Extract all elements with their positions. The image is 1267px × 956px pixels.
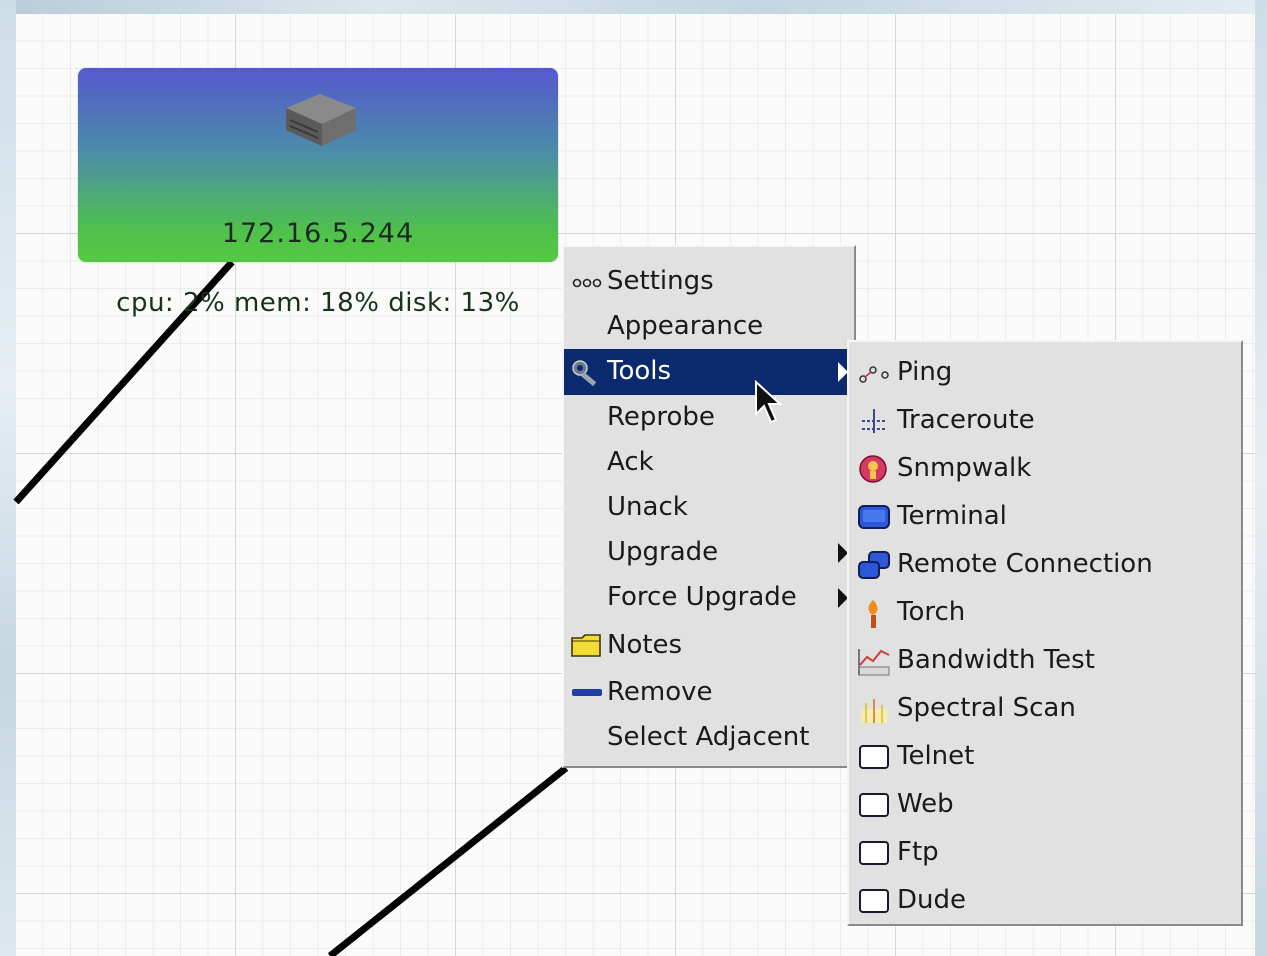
menu-item-label: Ack bbox=[607, 447, 654, 477]
submenu-item-telnet[interactable]: Telnet bbox=[849, 734, 1241, 782]
window-icon bbox=[859, 745, 889, 769]
submenu-item-label: Web bbox=[897, 789, 954, 819]
menu-item-force-upgrade[interactable]: Force Upgrade bbox=[564, 575, 854, 621]
menu-item-label: Tools bbox=[607, 356, 672, 386]
submenu-item-label: Snmpwalk bbox=[897, 453, 1032, 483]
menu-item-label: Notes bbox=[607, 630, 683, 660]
menu-item-label: Remove bbox=[607, 677, 713, 707]
menu-item-ack[interactable]: Ack bbox=[564, 440, 854, 486]
window-icon bbox=[859, 793, 889, 817]
notes-folder-icon bbox=[571, 634, 601, 657]
link-line-2[interactable] bbox=[327, 765, 569, 956]
submenu-item-label: Remote Connection bbox=[897, 549, 1153, 579]
torch-icon bbox=[868, 600, 878, 628]
remove-icon bbox=[572, 689, 602, 696]
menu-item-label: Reprobe bbox=[607, 402, 715, 432]
menu-item-notes[interactable]: Notes bbox=[564, 623, 854, 669]
menu-item-upgrade[interactable]: Upgrade bbox=[564, 530, 854, 576]
settings-icon bbox=[572, 278, 602, 288]
submenu-item-label: Spectral Scan bbox=[897, 693, 1076, 723]
menu-item-appearance[interactable]: Appearance bbox=[564, 304, 854, 350]
device-ip-label: 172.16.5.244 bbox=[221, 218, 415, 249]
menu-item-unack[interactable]: Unack bbox=[564, 485, 854, 531]
menu-item-label: Force Upgrade bbox=[607, 582, 797, 612]
mouse-pointer-icon bbox=[755, 380, 783, 424]
submenu-item-ftp[interactable]: Ftp bbox=[849, 830, 1241, 878]
submenu-item-label: Ping bbox=[897, 357, 953, 387]
submenu-item-label: Telnet bbox=[897, 741, 975, 771]
menu-item-tools[interactable]: Tools bbox=[564, 349, 854, 395]
snmpwalk-icon bbox=[859, 455, 887, 483]
tools-icon bbox=[572, 360, 597, 386]
ping-icon bbox=[859, 366, 889, 383]
menu-item-settings[interactable]: Settings bbox=[564, 259, 854, 305]
menu-item-label: Unack bbox=[607, 492, 688, 522]
menu-item-select-adjacent[interactable]: Select Adjacent bbox=[564, 715, 854, 761]
submenu-item-web[interactable]: Web bbox=[849, 782, 1241, 830]
submenu-item-label: Traceroute bbox=[897, 405, 1035, 435]
submenu-item-label: Ftp bbox=[897, 837, 939, 867]
device-context-menu: Settings Appearance Tools Reprobe Ack Un… bbox=[562, 245, 856, 768]
submenu-item-snmpwalk[interactable]: Snmpwalk bbox=[849, 446, 1241, 494]
traceroute-icon bbox=[862, 409, 886, 433]
submenu-item-label: Terminal bbox=[897, 501, 1007, 531]
submenu-item-terminal[interactable]: Terminal bbox=[849, 494, 1241, 542]
tools-submenu: Ping Traceroute Snmpwalk Terminal Remote… bbox=[847, 340, 1243, 926]
window-icon bbox=[859, 841, 889, 865]
bandwidth-test-icon bbox=[858, 649, 890, 676]
menu-item-label: Select Adjacent bbox=[607, 722, 810, 752]
submenu-item-dude[interactable]: Dude bbox=[849, 878, 1241, 926]
remote-connection-icon bbox=[858, 551, 890, 579]
menu-item-reprobe[interactable]: Reprobe bbox=[564, 395, 854, 441]
window-icon bbox=[859, 889, 889, 913]
menu-item-remove[interactable]: Remove bbox=[564, 670, 854, 716]
submenu-item-remote-connection[interactable]: Remote Connection bbox=[849, 542, 1241, 590]
submenu-item-torch[interactable]: Torch bbox=[849, 590, 1241, 638]
device-stats-label: cpu: 2% mem: 18% disk: 13% bbox=[116, 288, 520, 318]
spectral-scan-icon bbox=[861, 699, 887, 723]
submenu-item-bandwidth-test[interactable]: Bandwidth Test bbox=[849, 638, 1241, 686]
submenu-item-traceroute[interactable]: Traceroute bbox=[849, 398, 1241, 446]
submenu-item-label: Bandwidth Test bbox=[897, 645, 1095, 675]
menu-item-label: Settings bbox=[607, 266, 714, 296]
submenu-item-label: Torch bbox=[897, 597, 966, 627]
menu-item-label: Upgrade bbox=[607, 537, 719, 567]
submenu-item-label: Dude bbox=[897, 885, 966, 915]
submenu-item-ping[interactable]: Ping bbox=[849, 350, 1241, 398]
server-icon bbox=[286, 94, 356, 146]
menu-item-label: Appearance bbox=[607, 311, 764, 341]
device-node[interactable]: 172.16.5.244 cpu: 2% mem: 18% disk: 13% bbox=[78, 68, 558, 318]
terminal-icon bbox=[858, 505, 890, 529]
submenu-item-spectral-scan[interactable]: Spectral Scan bbox=[849, 686, 1241, 734]
